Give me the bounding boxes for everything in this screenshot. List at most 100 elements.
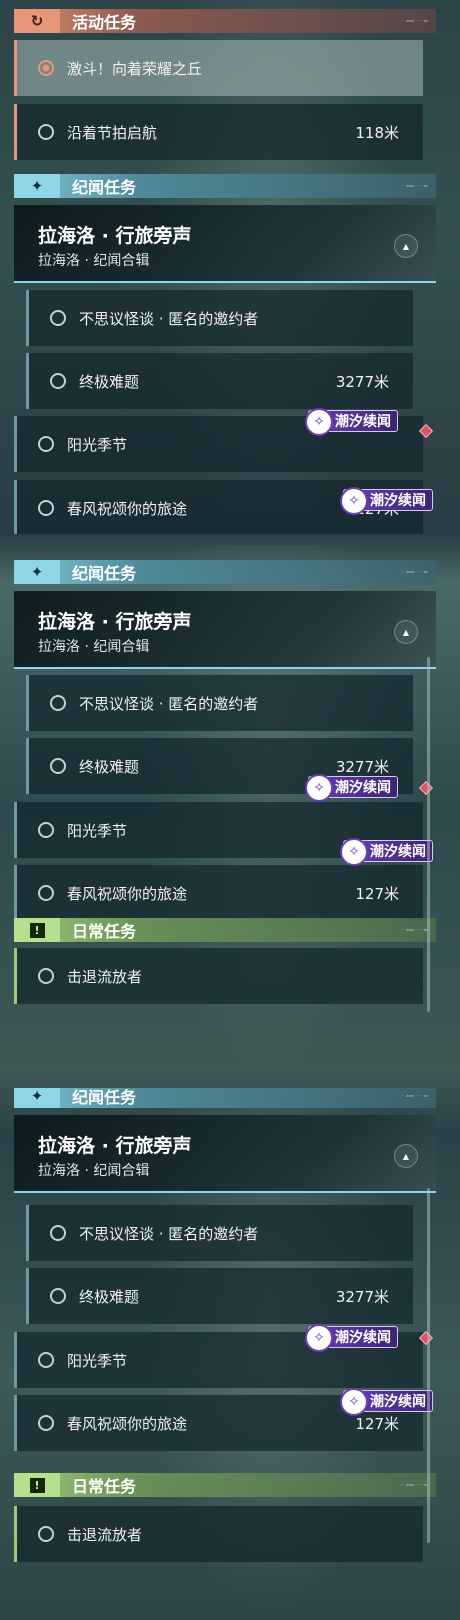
quest-name: 沿着节拍启航	[67, 123, 158, 142]
quest-accent-bar	[14, 1332, 17, 1388]
daily-quest-header[interactable]: ! 日常任务 · ━━ ·· ━	[14, 1473, 436, 1497]
sparkle-icon: ✦	[14, 560, 60, 584]
radio-icon	[50, 373, 66, 389]
header-decoration: · ━━ ·· ━	[401, 568, 428, 576]
quest-accent-bar	[26, 1205, 29, 1261]
quest-distance: 127米	[355, 1414, 399, 1433]
radio-icon	[50, 1288, 66, 1304]
quest-name: 春风祝颂你的旅途	[67, 499, 188, 518]
quest-distance: 3277米	[335, 372, 389, 391]
quest-name: 终极难题	[79, 757, 140, 776]
chevron-up-icon[interactable]: ▲	[394, 620, 418, 644]
header-decoration: · ━━ ·· ━	[401, 17, 428, 25]
quest-distance: 3277米	[335, 1287, 389, 1306]
wave-icon: ✧	[340, 838, 368, 866]
quest-item[interactable]: 击退流放者	[14, 948, 423, 1004]
quest-item[interactable]: 沿着节拍启航 118米	[14, 104, 423, 160]
chronicle-quest-header[interactable]: ✦ 纪闻任务 · ━━ ·· ━	[14, 560, 436, 584]
quest-accent-bar	[26, 675, 29, 731]
radio-icon	[50, 695, 66, 711]
quest-accent-bar	[26, 353, 29, 409]
wave-icon: ✧	[340, 487, 368, 515]
quest-accent-bar	[14, 802, 17, 858]
scrollbar[interactable]	[427, 1188, 430, 1543]
wave-icon: ✧	[305, 408, 333, 436]
quest-name: 春风祝颂你的旅途	[67, 1414, 188, 1433]
daily-quest-header[interactable]: ! 日常任务 · ━━ ·· ━	[14, 918, 436, 942]
group-title: 拉海洛 · 行旅旁声	[38, 1135, 192, 1157]
refresh-icon: ↻	[14, 9, 60, 33]
radio-icon	[50, 1225, 66, 1241]
quest-item[interactable]: 不思议怪谈 · 匿名的邀约者	[26, 290, 413, 346]
quest-item-active[interactable]: 激斗！向着荣耀之丘	[14, 40, 423, 96]
tide-sequel-badge: ✧ 潮汐续闻	[340, 487, 433, 515]
wave-icon: ✧	[305, 1324, 333, 1352]
activity-quest-header[interactable]: ↻ 活动任务 · ━━ ·· ━	[14, 9, 436, 33]
radio-selected-icon	[38, 60, 54, 76]
quest-name: 击退流放者	[67, 1525, 143, 1544]
quest-accent-bar	[14, 40, 17, 96]
scrollbar[interactable]	[427, 657, 430, 1012]
alert-diamond-icon	[418, 780, 434, 796]
quest-item[interactable]: 不思议怪谈 · 匿名的邀约者	[26, 1205, 413, 1261]
group-subtitle: 拉海洛 · 纪闻合辑	[38, 253, 150, 269]
category-title: 纪闻任务	[72, 178, 137, 197]
sparkle-icon: ✦	[14, 174, 60, 198]
quest-accent-bar	[14, 948, 17, 1004]
quest-panel-3: ✦ 纪闻任务 · ━━ ·· ━ 拉海洛 · 行旅旁声 拉海洛 · 纪闻合辑 ▲…	[0, 1088, 460, 1620]
quest-accent-bar	[14, 416, 17, 472]
header-decoration: · ━━ ·· ━	[401, 182, 428, 190]
quest-group-card[interactable]: 拉海洛 · 行旅旁声 拉海洛 · 纪闻合辑 ▲	[14, 1115, 436, 1193]
quest-name: 阳光季节	[67, 1351, 128, 1370]
chronicle-quest-header[interactable]: ✦ 纪闻任务 · ━━ ·· ━	[14, 174, 436, 198]
radio-icon	[50, 310, 66, 326]
category-title: 日常任务	[72, 1477, 137, 1496]
group-subtitle: 拉海洛 · 纪闻合辑	[38, 639, 150, 655]
quest-accent-bar	[26, 290, 29, 346]
quest-group-card[interactable]: 拉海洛 · 行旅旁声 拉海洛 · 纪闻合辑 ▲	[14, 591, 436, 669]
quest-name: 不思议怪谈 · 匿名的邀约者	[79, 1224, 259, 1243]
quest-item[interactable]: 终极难题 3277米	[26, 353, 413, 409]
quest-group-card[interactable]: 拉海洛 · 行旅旁声 拉海洛 · 纪闻合辑 ▲	[14, 205, 436, 283]
radio-icon	[38, 822, 54, 838]
radio-icon	[38, 1415, 54, 1431]
quest-item[interactable]: 春风祝颂你的旅途 127米	[14, 865, 423, 921]
quest-name: 不思议怪谈 · 匿名的邀约者	[79, 309, 259, 328]
quest-item[interactable]: 终极难题 3277米	[26, 1268, 413, 1324]
exclamation-icon: !	[14, 1473, 60, 1497]
quest-accent-bar	[14, 104, 17, 160]
chronicle-quest-header[interactable]: ✦ 纪闻任务 · ━━ ·· ━	[14, 1088, 436, 1108]
header-decoration: · ━━ ·· ━	[401, 1092, 428, 1100]
badge-label: 潮汐续闻	[335, 1330, 391, 1346]
quest-distance: 118米	[355, 123, 399, 142]
badge-label: 潮汐续闻	[370, 493, 426, 509]
quest-panel-2: ✦ 纪闻任务 · ━━ ·· ━ 拉海洛 · 行旅旁声 拉海洛 · 纪闻合辑 ▲…	[0, 545, 460, 1075]
chevron-up-icon[interactable]: ▲	[394, 234, 418, 258]
category-title: 纪闻任务	[72, 564, 137, 583]
quest-name: 终极难题	[79, 372, 140, 391]
wave-icon: ✧	[305, 774, 333, 802]
quest-name: 终极难题	[79, 1287, 140, 1306]
quest-accent-bar	[26, 1268, 29, 1324]
radio-icon	[38, 968, 54, 984]
radio-icon	[38, 124, 54, 140]
radio-icon	[38, 436, 54, 452]
quest-item[interactable]: 击退流放者	[14, 1506, 423, 1562]
radio-icon	[38, 500, 54, 516]
quest-item[interactable]: 不思议怪谈 · 匿名的邀约者	[26, 675, 413, 731]
sparkle-icon: ✦	[14, 1088, 60, 1108]
header-decoration: · ━━ ·· ━	[401, 926, 428, 934]
radio-icon	[38, 885, 54, 901]
chevron-up-icon[interactable]: ▲	[394, 1144, 418, 1168]
quest-name: 不思议怪谈 · 匿名的邀约者	[79, 694, 259, 713]
badge-label: 潮汐续闻	[335, 780, 391, 796]
radio-icon	[50, 758, 66, 774]
wave-icon: ✧	[340, 1388, 368, 1416]
tide-sequel-badge: ✧ 潮汐续闻	[340, 838, 433, 866]
badge-label: 潮汐续闻	[370, 1394, 426, 1410]
radio-icon	[38, 1526, 54, 1542]
category-title: 日常任务	[72, 922, 137, 941]
quest-accent-bar	[26, 738, 29, 794]
quest-panel-1: ↻ 活动任务 · ━━ ·· ━ 激斗！向着荣耀之丘 沿着节拍启航 118米 ✦…	[0, 0, 460, 534]
header-decoration: · ━━ ·· ━	[401, 1481, 428, 1489]
